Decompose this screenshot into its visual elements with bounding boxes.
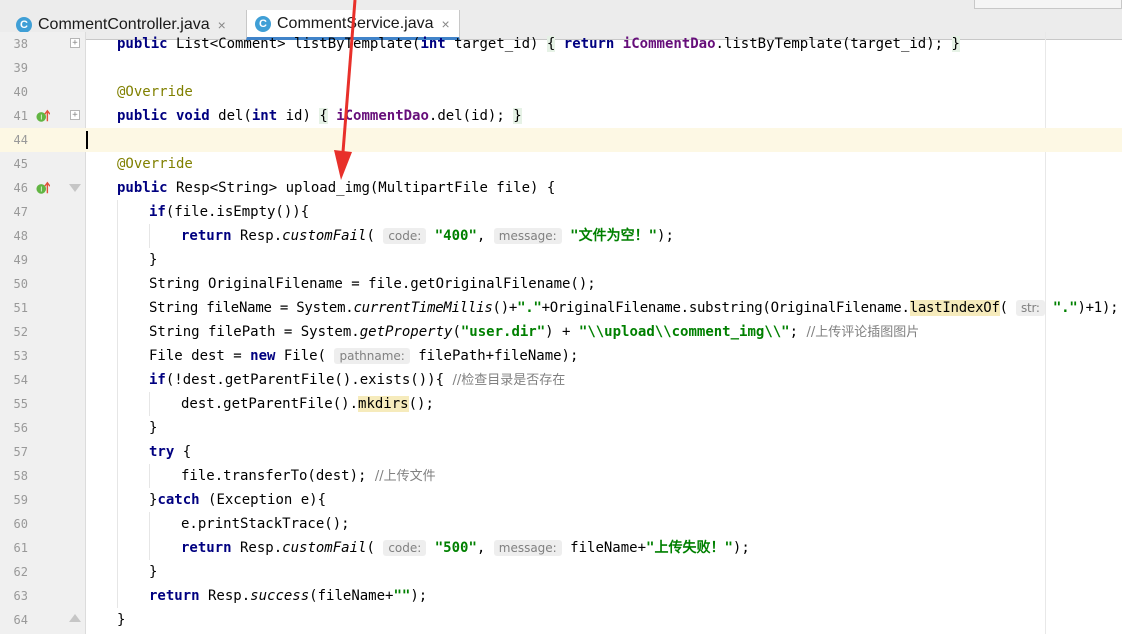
fold-icon[interactable] bbox=[69, 184, 81, 192]
code-text: File dest = new File( pathname: filePath… bbox=[149, 348, 579, 364]
code-line: 57 try { bbox=[0, 440, 1122, 464]
code-text: String OriginalFilename = file.getOrigin… bbox=[149, 276, 596, 292]
line-number: 62 bbox=[13, 565, 28, 579]
code-text: } bbox=[149, 420, 158, 436]
code-text: return Resp.success(fileName+""); bbox=[149, 588, 428, 604]
code-text: file.transferTo(dest); //上传文件 bbox=[181, 468, 436, 484]
code-line: 38 + public List<Comment> listByTemplate… bbox=[0, 32, 1122, 56]
line-number: 59 bbox=[13, 493, 28, 507]
code-line: 59 }catch (Exception e){ bbox=[0, 488, 1122, 512]
implements-override-icon[interactable]: I bbox=[36, 181, 50, 195]
fold-icon[interactable]: + bbox=[70, 38, 80, 48]
code-text: } bbox=[117, 612, 126, 628]
code-text: dest.getParentFile().mkdirs(); bbox=[181, 396, 434, 412]
code-line: 46 I public Resp<String> upload_img(Mult… bbox=[0, 176, 1122, 200]
code-text: }catch (Exception e){ bbox=[149, 492, 327, 508]
line-number: 63 bbox=[13, 589, 28, 603]
code-line: 58 file.transferTo(dest); //上传文件 bbox=[0, 464, 1122, 488]
line-number: 58 bbox=[13, 469, 28, 483]
code-text: public Resp<String> upload_img(Multipart… bbox=[117, 180, 556, 196]
line-number: 41 bbox=[13, 109, 28, 123]
code-text: public void del(int id) { iCommentDao.de… bbox=[117, 108, 522, 124]
code-text: if(file.isEmpty()){ bbox=[149, 204, 310, 220]
code-line: 62 } bbox=[0, 560, 1122, 584]
line-number: 48 bbox=[13, 229, 28, 243]
line-number: 53 bbox=[13, 349, 28, 363]
line-number: 38 bbox=[13, 37, 28, 51]
class-c-icon: C bbox=[255, 15, 271, 32]
line-number: 54 bbox=[13, 373, 28, 387]
code-line: 49 } bbox=[0, 248, 1122, 272]
code-text: e.printStackTrace(); bbox=[181, 516, 350, 532]
code-text: return Resp.customFail( code: "500", mes… bbox=[181, 540, 750, 556]
implements-override-icon[interactable]: I bbox=[36, 109, 50, 123]
fold-icon[interactable]: + bbox=[70, 110, 80, 120]
line-number: 60 bbox=[13, 517, 28, 531]
code-line: 47 if(file.isEmpty()){ bbox=[0, 200, 1122, 224]
code-line: 45 @Override bbox=[0, 152, 1122, 176]
code-line: 53 File dest = new File( pathname: fileP… bbox=[0, 344, 1122, 368]
line-number: 61 bbox=[13, 541, 28, 555]
code-text: String filePath = System.getProperty("us… bbox=[149, 324, 920, 340]
line-number: 56 bbox=[13, 421, 28, 435]
code-line: 50 String OriginalFilename = file.getOri… bbox=[0, 272, 1122, 296]
fold-end-icon[interactable] bbox=[69, 614, 81, 622]
line-number: 52 bbox=[13, 325, 28, 339]
line-number: 49 bbox=[13, 253, 28, 267]
code-text: return Resp.customFail( code: "400", mes… bbox=[181, 228, 674, 244]
tab-label: CommentService.java bbox=[277, 14, 434, 32]
toolbar-edge bbox=[974, 0, 1122, 9]
code-line: 63 return Resp.success(fileName+""); bbox=[0, 584, 1122, 608]
code-text: try { bbox=[149, 444, 192, 460]
code-text: String fileName = System.currentTimeMill… bbox=[149, 300, 1119, 316]
code-line: 41 I + public void del(int id) { iCommen… bbox=[0, 104, 1122, 128]
line-number: 46 bbox=[13, 181, 28, 195]
code-line-current: 44 bbox=[0, 128, 1122, 152]
code-line: 64 } bbox=[0, 608, 1122, 632]
code-text: @Override bbox=[117, 156, 193, 172]
line-number: 50 bbox=[13, 277, 28, 291]
code-line: 55 dest.getParentFile().mkdirs(); bbox=[0, 392, 1122, 416]
code-line: 48 return Resp.customFail( code: "400", … bbox=[0, 224, 1122, 248]
code-text: } bbox=[149, 564, 158, 580]
code-line: 61 return Resp.customFail( code: "500", … bbox=[0, 536, 1122, 560]
code-text: @Override bbox=[117, 84, 193, 100]
code-line: 39 bbox=[0, 56, 1122, 80]
code-text: if(!dest.getParentFile().exists()){ //检查… bbox=[149, 372, 566, 388]
code-text: public List<Comment> listByTemplate(int … bbox=[117, 36, 960, 52]
code-line: 54 if(!dest.getParentFile().exists()){ /… bbox=[0, 368, 1122, 392]
line-number: 55 bbox=[13, 397, 28, 411]
code-editor[interactable]: 38 + public List<Comment> listByTemplate… bbox=[0, 32, 1122, 634]
code-line: 56 } bbox=[0, 416, 1122, 440]
svg-text:I: I bbox=[40, 114, 42, 122]
code-line: 52 String filePath = System.getProperty(… bbox=[0, 320, 1122, 344]
line-number: 51 bbox=[13, 301, 28, 315]
line-number: 57 bbox=[13, 445, 28, 459]
code-line: 40 @Override bbox=[0, 80, 1122, 104]
class-c-icon: C bbox=[16, 17, 32, 33]
line-number: 47 bbox=[13, 205, 28, 219]
svg-text:I: I bbox=[40, 186, 42, 194]
line-number: 64 bbox=[13, 613, 28, 627]
line-number: 40 bbox=[13, 85, 28, 99]
code-line: 60 e.printStackTrace(); bbox=[0, 512, 1122, 536]
close-icon[interactable]: × bbox=[442, 16, 450, 32]
line-number: 44 bbox=[13, 133, 28, 147]
code-line: 51 String fileName = System.currentTimeM… bbox=[0, 296, 1122, 320]
line-number: 45 bbox=[13, 157, 28, 171]
text-caret bbox=[86, 131, 88, 149]
close-icon[interactable]: × bbox=[218, 17, 226, 33]
line-number: 39 bbox=[13, 61, 28, 75]
code-text: } bbox=[149, 252, 158, 268]
